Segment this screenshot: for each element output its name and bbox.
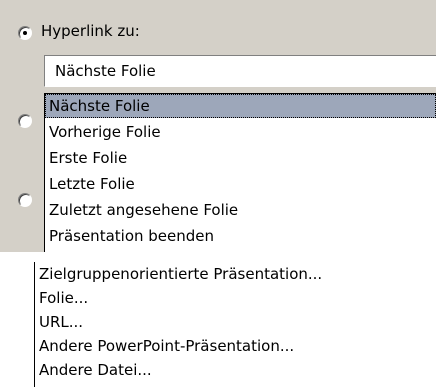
dropdown-item-last-viewed-slide[interactable]: Zuletzt angesehene Folie bbox=[45, 198, 436, 222]
dropdown-item-next-slide[interactable]: Nächste Folie bbox=[45, 94, 436, 118]
hyperlink-radio[interactable] bbox=[18, 26, 32, 40]
hyperlink-target-dropdown-continued[interactable]: Zielgruppenorientierte Präsentation... F… bbox=[34, 262, 436, 387]
hyperlink-target-value: Nächste Folie bbox=[55, 62, 156, 80]
dropdown-item-custom-show[interactable]: Zielgruppenorientierte Präsentation... bbox=[39, 262, 322, 286]
second-option-radio[interactable] bbox=[18, 114, 32, 128]
third-option-radio[interactable] bbox=[18, 193, 32, 207]
dropdown-item-slide[interactable]: Folie... bbox=[39, 286, 88, 310]
hyperlink-target-combobox[interactable]: Nächste Folie bbox=[44, 55, 436, 87]
dropdown-item-first-slide[interactable]: Erste Folie bbox=[45, 146, 436, 170]
dropdown-item-previous-slide[interactable]: Vorherige Folie bbox=[45, 120, 436, 144]
radio-selected-dot bbox=[23, 31, 27, 35]
dropdown-item-other-powerpoint[interactable]: Andere PowerPoint-Präsentation... bbox=[39, 334, 294, 358]
dropdown-item-other-file[interactable]: Andere Datei... bbox=[39, 358, 152, 382]
dropdown-item-last-slide[interactable]: Letzte Folie bbox=[45, 172, 436, 196]
dropdown-item-end-show[interactable]: Präsentation beenden bbox=[45, 224, 436, 248]
action-settings-panel: Hyperlink zu: Nächste Folie Nächste Foli… bbox=[0, 0, 436, 252]
hyperlink-radio-label[interactable]: Hyperlink zu: bbox=[41, 20, 140, 42]
hyperlink-target-dropdown[interactable]: Nächste Folie Vorherige Folie Erste Foli… bbox=[44, 93, 436, 252]
dropdown-item-url[interactable]: URL... bbox=[39, 310, 83, 334]
